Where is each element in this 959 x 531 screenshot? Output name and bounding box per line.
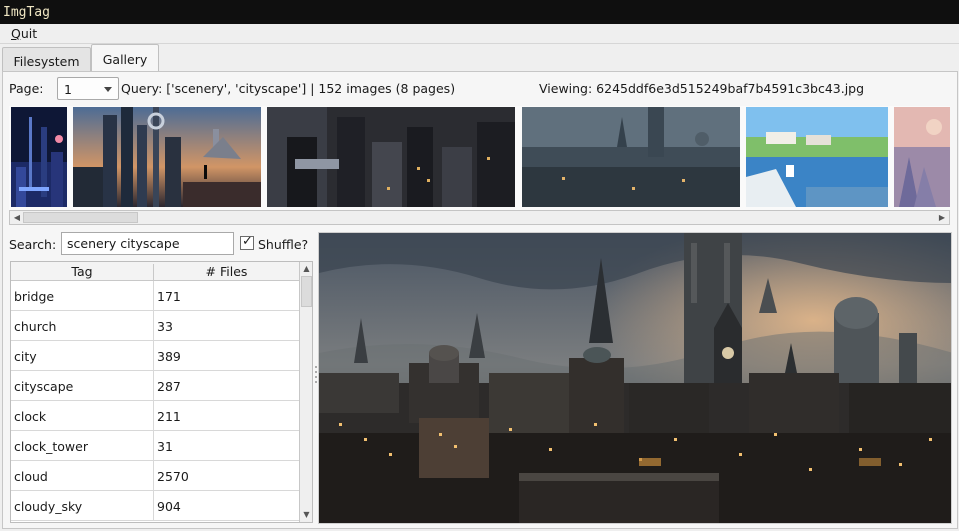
count-cell: 31 [157,439,173,454]
tab-filesystem[interactable]: Filesystem [2,47,91,73]
scroll-left-icon[interactable]: ◀ [11,212,23,224]
table-row[interactable]: cloud 2570 [11,461,299,491]
image-preview [318,232,952,524]
thumbnail-scroll-handle[interactable] [23,212,138,223]
table-row[interactable]: city 389 [11,341,299,371]
search-input[interactable] [61,232,234,255]
table-row[interactable]: bridge 171 [11,281,299,311]
count-cell: 211 [157,409,181,424]
thumbnail-4[interactable] [522,107,740,207]
tag-cell: bridge [11,281,154,310]
tag-cell: cloud [11,461,154,490]
viewing-info: Viewing: 6245ddf6e3d515249baf7b4591c3bc4… [539,81,865,96]
preview-image [319,233,951,523]
table-row[interactable]: clock_tower 31 [11,431,299,461]
tag-cell: cityscape [11,371,154,400]
table-row[interactable]: cloudy_sky 904 [11,491,299,521]
tag-table: Tag # Files bridge 171 church 33 city 389 c… [10,261,313,523]
search-label: Search: [9,237,57,252]
thumbnail-1[interactable] [11,107,67,207]
tag-cell: city [11,341,154,370]
window-title: ImgTag [3,5,50,20]
menu-bar: Quit [0,24,959,44]
shuffle-checkbox[interactable]: ✓ [240,234,254,250]
checkmark-icon: ✓ [242,234,253,249]
table-scroll-handle[interactable] [301,276,312,307]
count-cell: 389 [157,349,181,364]
page-select[interactable]: 1 [57,77,119,100]
query-info: Query: ['scenery', 'cityscape'] | 152 im… [121,81,456,96]
menu-quit-mnemonic: Q [11,26,21,41]
tag-cell: clock_tower [11,431,154,460]
tab-bar: Filesystem Gallery [0,44,959,73]
count-cell: 171 [157,289,181,304]
count-cell: 33 [157,319,173,334]
table-header: Tag # Files [11,262,299,281]
thumbnail-strip[interactable] [9,106,950,210]
thumbnail-2[interactable] [73,107,261,207]
scroll-right-icon[interactable]: ▶ [936,212,948,224]
page-label: Page: [9,81,44,96]
count-cell: 2570 [157,469,189,484]
thumbnail-scrollbar[interactable]: ◀ ▶ [9,210,950,225]
thumbnail-3[interactable] [267,107,515,207]
table-row[interactable]: cityscape 287 [11,371,299,401]
chevron-down-icon [104,87,112,92]
column-header-tag[interactable]: Tag [11,264,154,281]
menu-quit[interactable]: Quit [11,26,37,41]
shuffle-label: Shuffle? [258,237,309,252]
count-cell: 287 [157,379,181,394]
tag-cell: clock [11,401,154,430]
table-row[interactable]: church 33 [11,311,299,341]
title-bar: ImgTag [0,0,959,24]
column-header-files[interactable]: # Files [154,264,299,279]
count-cell: 904 [157,499,181,514]
tab-gallery[interactable]: Gallery [91,44,159,73]
tag-cell: cloudy_sky [11,491,154,520]
thumbnail-5[interactable] [746,107,888,207]
gallery-panel: Page: 1 Query: ['scenery', 'cityscape'] … [2,71,958,529]
table-row[interactable]: clock 211 [11,401,299,431]
table-scrollbar[interactable]: ▲ ▼ [299,262,312,522]
page-select-value: 1 [64,82,72,97]
thumbnail-6[interactable] [894,107,950,207]
tag-cell: church [11,311,154,340]
scroll-up-icon[interactable]: ▲ [300,263,312,275]
scroll-down-icon[interactable]: ▼ [300,509,312,521]
menu-quit-rest: uit [20,26,38,41]
